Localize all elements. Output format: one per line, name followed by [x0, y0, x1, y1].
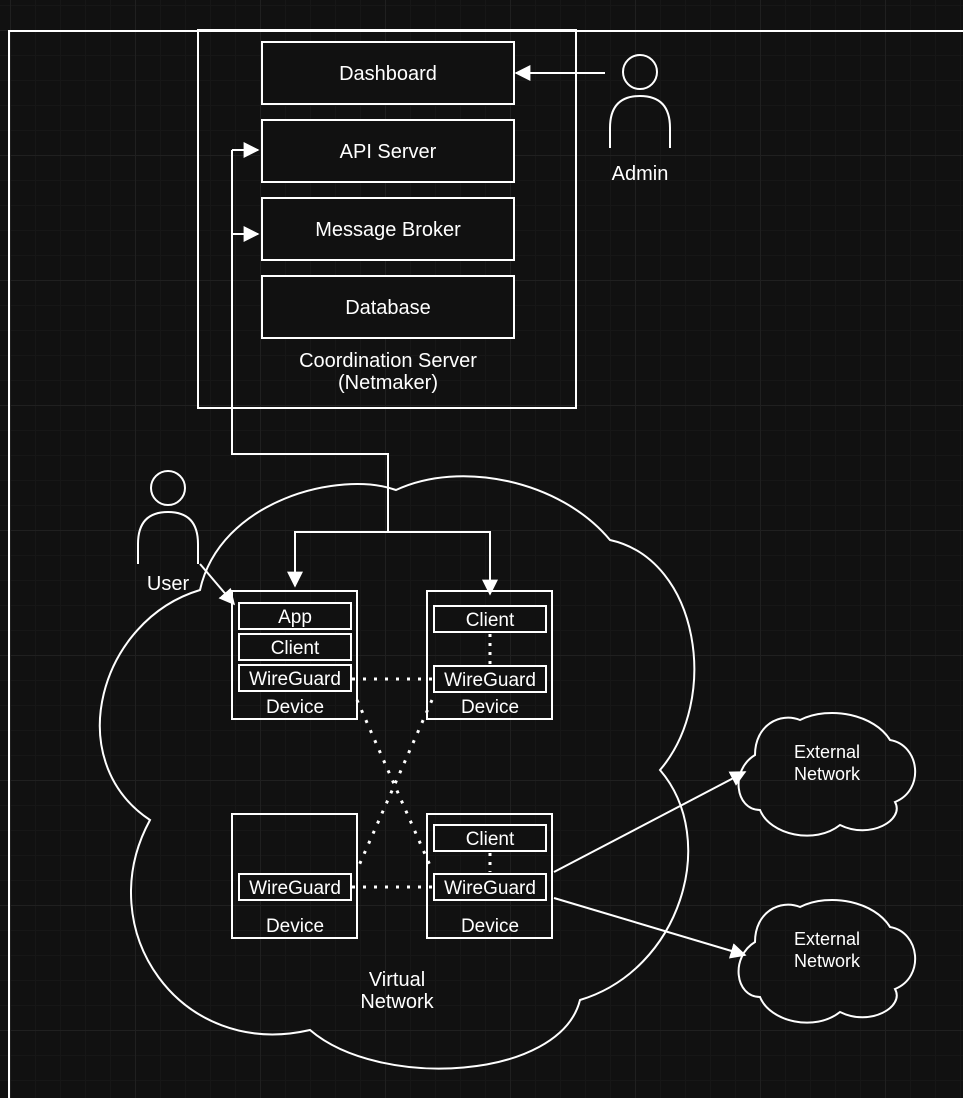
user-label: User: [147, 573, 190, 595]
admin-label: Admin: [612, 163, 669, 185]
external1-line2: Network: [794, 764, 861, 784]
diagram-stage: Coordination Server (Netmaker) Dashboard…: [0, 0, 963, 1098]
external2-line2: Network: [794, 951, 861, 971]
diagram-svg: Coordination Server (Netmaker) Dashboard…: [0, 0, 963, 1098]
virtual-network-title-1: Virtual: [369, 969, 425, 991]
device4-to-ext2-arrow: [554, 898, 745, 955]
virtual-network-title-2: Network: [360, 991, 434, 1013]
device3-label: Device: [266, 916, 324, 937]
user-to-app-arrow: [200, 564, 234, 604]
message-broker-label: Message Broker: [315, 219, 461, 241]
device4-to-ext1-arrow: [554, 772, 745, 872]
database-label: Database: [345, 297, 431, 319]
user-icon: [138, 471, 198, 564]
device1-app-label: App: [278, 607, 312, 628]
device2-wg-label: WireGuard: [444, 670, 536, 691]
device1-client-label: Client: [271, 638, 320, 659]
dotted-diag1: [357, 700, 432, 870]
api-server-label: API Server: [340, 141, 437, 163]
admin-icon: [610, 55, 670, 148]
device1-label: Device: [266, 697, 324, 718]
device3-wg-label: WireGuard: [249, 878, 341, 899]
dotted-diag2: [357, 700, 432, 870]
device4-label: Device: [461, 916, 519, 937]
external2-line1: External: [794, 929, 860, 949]
device1-wg-label: WireGuard: [249, 669, 341, 690]
coordination-title-1: Coordination Server: [299, 350, 477, 372]
dashboard-label: Dashboard: [339, 63, 437, 85]
device2-label: Device: [461, 697, 519, 718]
device4-wg-label: WireGuard: [444, 878, 536, 899]
coordination-title-2: (Netmaker): [338, 372, 438, 394]
external1-line1: External: [794, 742, 860, 762]
device2-client-label: Client: [466, 610, 515, 631]
device4-client-label: Client: [466, 829, 515, 850]
